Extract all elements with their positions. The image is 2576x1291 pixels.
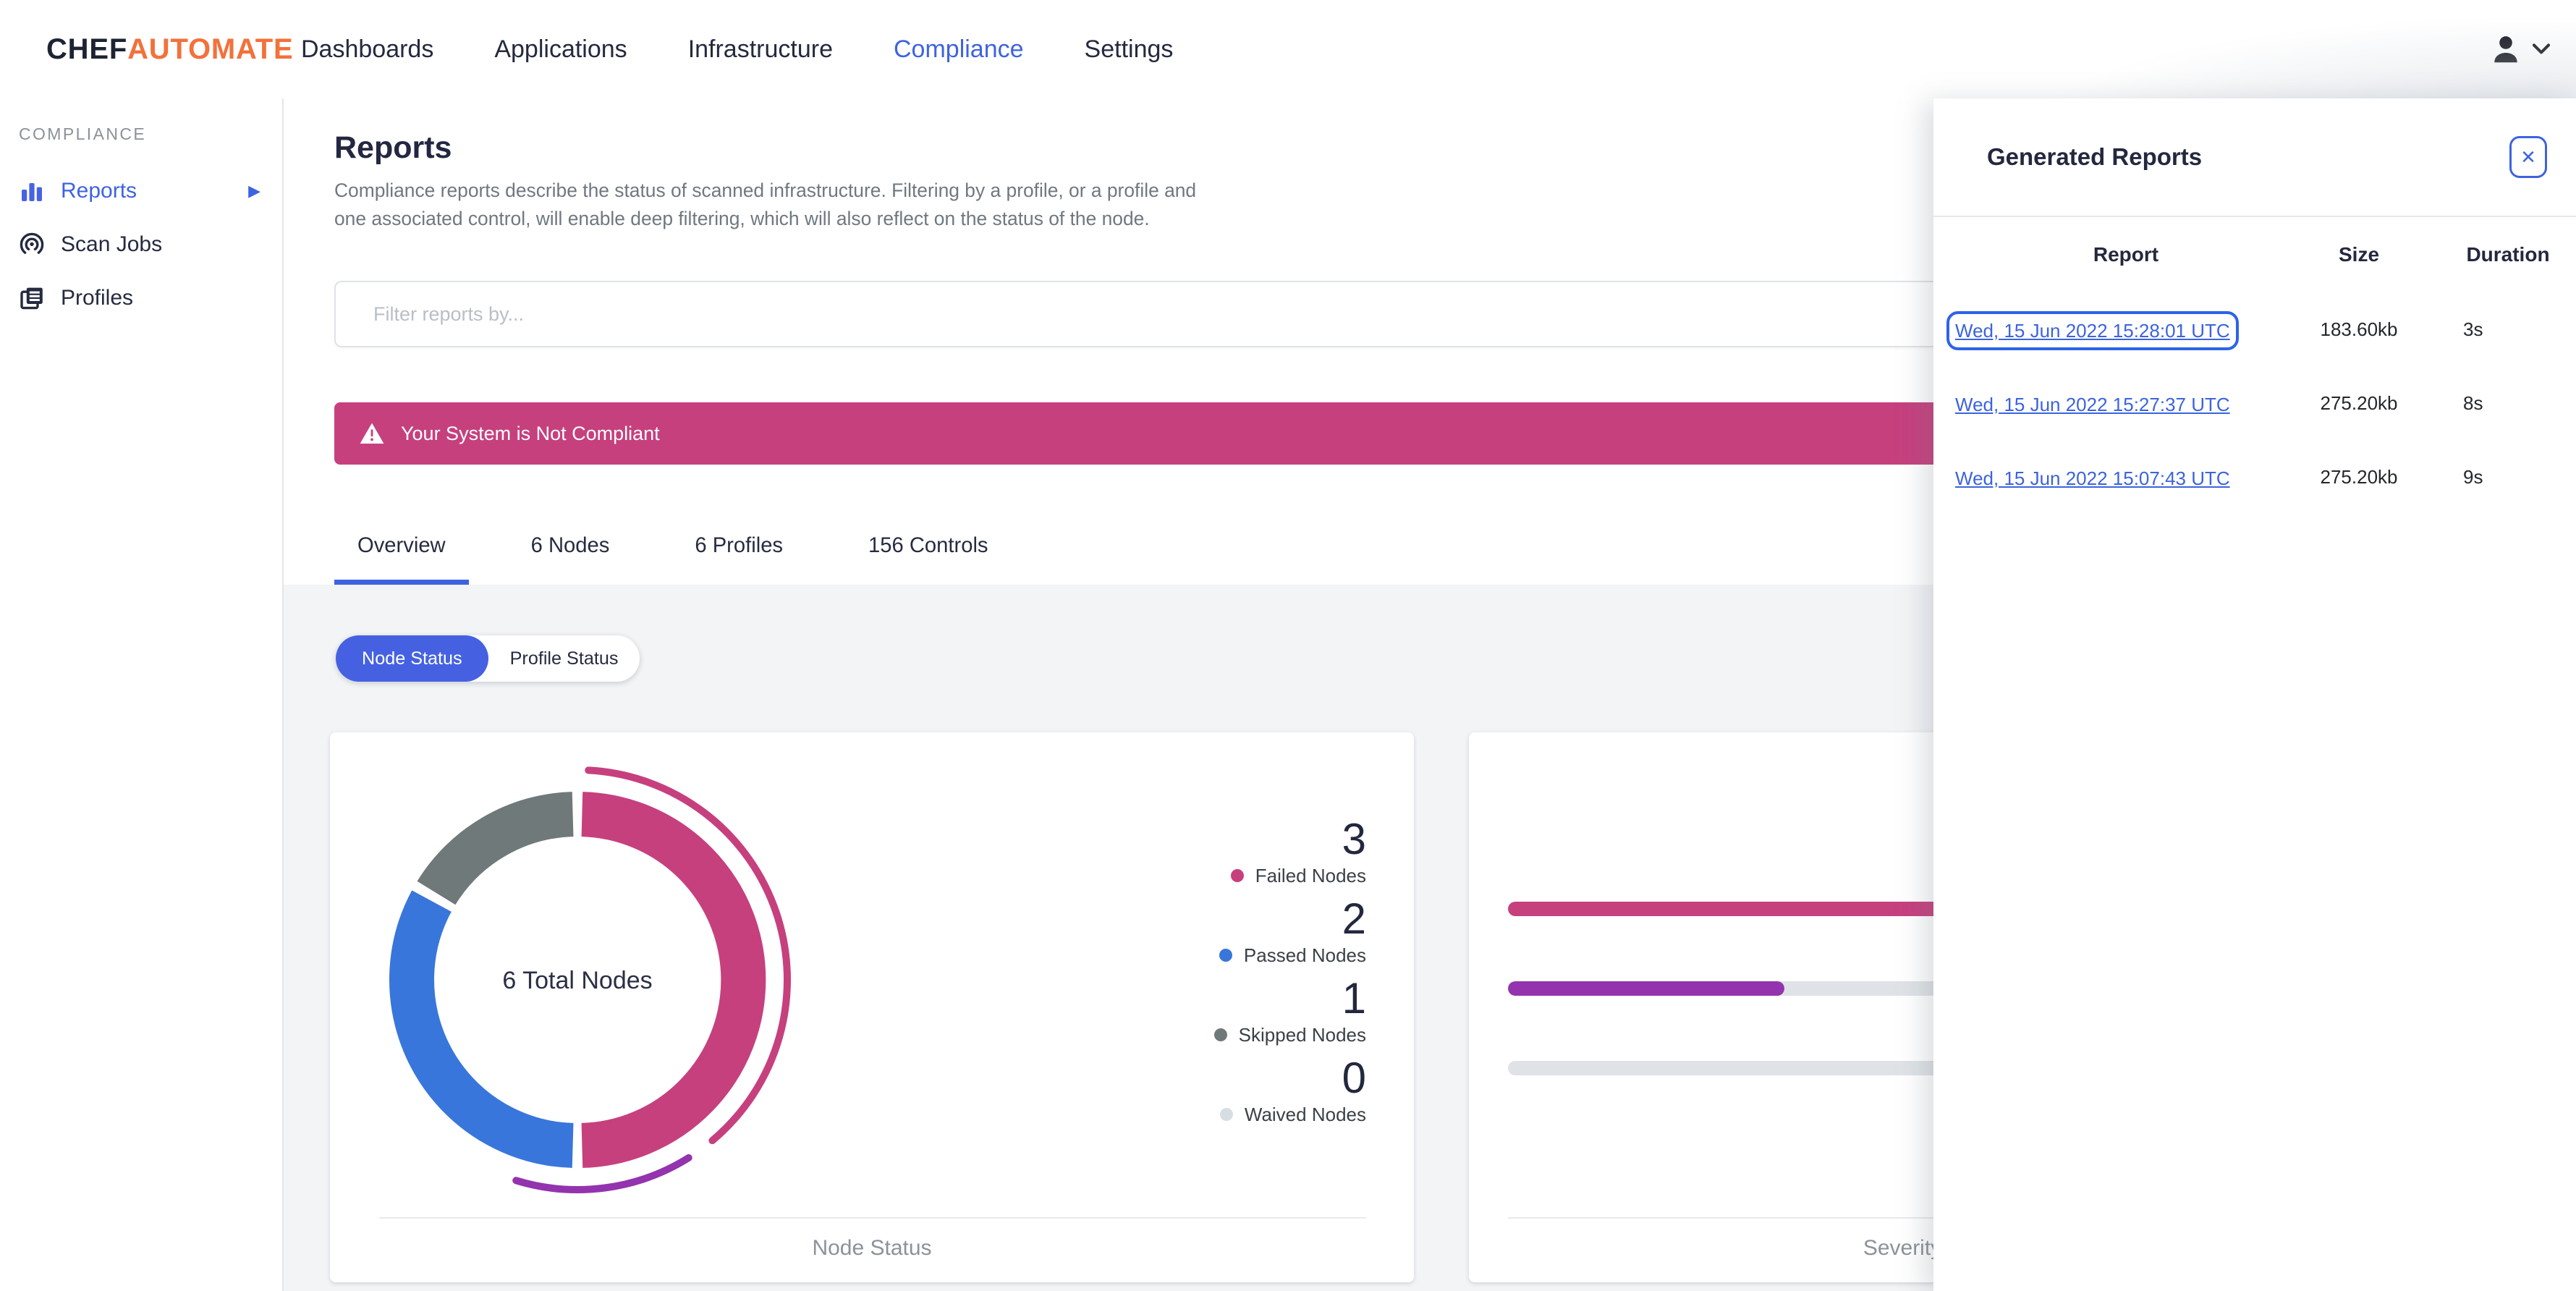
tab-controls[interactable]: 156 Controls xyxy=(845,507,1012,585)
legend-label: Waived Nodes xyxy=(1244,1104,1366,1125)
card-divider xyxy=(379,1217,1366,1219)
sidebar-item-label: Scan Jobs xyxy=(61,232,163,256)
page-title: Reports xyxy=(334,130,452,165)
logo-automate: AUTOMATE xyxy=(127,33,294,65)
node-status-card-footer: Node Status xyxy=(812,1236,932,1260)
logo-chef: CHEF xyxy=(46,33,128,65)
report-link[interactable]: Wed, 15 Jun 2022 15:28:01 UTC xyxy=(1946,310,2239,350)
legend-row-skipped: 1 Skipped Nodes xyxy=(1106,975,1366,1048)
report-size: 183.60kb xyxy=(2320,318,2398,340)
report-link[interactable]: Wed, 15 Jun 2022 15:27:37 UTC xyxy=(1955,394,2230,415)
scan-icon xyxy=(19,232,45,258)
chef-automate-logo[interactable]: CHEF AUTOMATE xyxy=(46,0,293,98)
sidebar-item-label: Reports xyxy=(61,179,137,203)
user-menu[interactable] xyxy=(2489,0,2550,98)
table-row: Wed, 15 Jun 2022 15:27:37 UTC 275.20kb 8… xyxy=(1933,366,2576,440)
sidebar-item-scan-jobs[interactable]: Scan Jobs xyxy=(0,218,282,271)
tab-overview[interactable]: Overview xyxy=(334,507,469,585)
node-status-legend: 3 Failed Nodes 2 Passed Nodes 1 Skipped … xyxy=(1106,816,1366,1135)
skipped-count: 1 xyxy=(1342,974,1366,1023)
documents-icon xyxy=(19,285,45,311)
nav-item-infrastructure[interactable]: Infrastructure xyxy=(688,35,833,64)
table-row: Wed, 15 Jun 2022 15:07:43 UTC 275.20kb 9… xyxy=(1933,440,2576,514)
legend-row-failed: 3 Failed Nodes xyxy=(1106,816,1366,889)
nav-item-dashboards[interactable]: Dashboards xyxy=(301,35,433,64)
waived-count: 0 xyxy=(1342,1054,1366,1102)
table-header-row: Report Size Duration xyxy=(1933,217,2576,292)
legend-label: Passed Nodes xyxy=(1243,944,1366,966)
chef-automate-app: CHEF AUTOMATE Dashboards Applications Inf… xyxy=(0,0,2576,1291)
severity-bar-fill-major xyxy=(1508,981,1784,996)
tab-profiles[interactable]: 6 Profiles xyxy=(671,507,806,585)
expand-arrow-icon[interactable]: ▶ xyxy=(248,182,260,200)
sidebar-section-label: COMPLIANCE xyxy=(19,124,147,143)
legend-row-waived: 0 Waived Nodes xyxy=(1106,1055,1366,1127)
report-size: 275.20kb xyxy=(2320,465,2398,488)
nav-links: Dashboards Applications Infrastructure C… xyxy=(301,0,1173,98)
report-link[interactable]: Wed, 15 Jun 2022 15:07:43 UTC xyxy=(1955,467,2230,489)
status-toggle: Node Status Profile Status xyxy=(336,635,640,682)
generated-reports-table: Report Size Duration Wed, 15 Jun 2022 15… xyxy=(1933,217,2576,514)
nav-item-settings[interactable]: Settings xyxy=(1085,35,1174,64)
nav-item-applications[interactable]: Applications xyxy=(494,35,627,64)
legend-label: Skipped Nodes xyxy=(1238,1024,1366,1046)
profile-status-toggle-button[interactable]: Profile Status xyxy=(488,635,640,682)
sidebar-item-profiles[interactable]: Profiles xyxy=(0,271,282,325)
nav-item-compliance[interactable]: Compliance xyxy=(894,35,1024,64)
report-size: 275.20kb xyxy=(2320,391,2398,414)
passed-dot-icon xyxy=(1219,949,1232,962)
warning-icon xyxy=(359,422,385,445)
waived-dot-icon xyxy=(1219,1108,1233,1121)
top-nav: CHEF AUTOMATE Dashboards Applications Inf… xyxy=(0,0,2576,98)
column-header-size: Size xyxy=(2338,243,2380,266)
node-status-card: 6 Total Nodes 3 Failed Nodes 2 Passed No… xyxy=(330,732,1414,1282)
report-duration: 9s xyxy=(2463,465,2483,488)
failed-count: 3 xyxy=(1342,815,1366,863)
table-row: Wed, 15 Jun 2022 15:28:01 UTC 183.60kb 3… xyxy=(1933,292,2576,366)
sidebar-item-label: Profiles xyxy=(61,286,134,310)
passed-count: 2 xyxy=(1342,894,1366,943)
node-status-donut-chart[interactable]: 6 Total Nodes xyxy=(346,741,809,1219)
sidebar: COMPLIANCE Reports ▶ Scan Jobs Profiles xyxy=(0,98,284,1291)
page-description: Compliance reports describe the status o… xyxy=(334,179,1197,229)
tab-nodes[interactable]: 6 Nodes xyxy=(508,507,633,585)
legend-label: Failed Nodes xyxy=(1255,865,1366,886)
chevron-down-icon xyxy=(2533,43,2550,55)
donut-center-label: 6 Total Nodes xyxy=(502,967,652,994)
panel-header: Generated Reports ✕ xyxy=(1933,98,2576,217)
skipped-dot-icon xyxy=(1213,1028,1227,1041)
legend-row-passed: 2 Passed Nodes xyxy=(1106,896,1366,968)
column-header-report: Report xyxy=(2093,243,2159,266)
bar-chart-icon xyxy=(19,178,45,204)
sidebar-item-reports[interactable]: Reports ▶ xyxy=(0,164,282,218)
close-panel-button[interactable]: ✕ xyxy=(2509,136,2547,178)
banner-text: Your System is Not Compliant xyxy=(401,422,660,444)
report-duration: 3s xyxy=(2463,318,2483,340)
generated-reports-panel: Generated Reports ✕ Report Size Duration… xyxy=(1933,98,2576,1291)
failed-dot-icon xyxy=(1230,869,1244,882)
close-icon: ✕ xyxy=(2520,145,2536,168)
column-header-duration: Duration xyxy=(2466,243,2550,266)
report-duration: 8s xyxy=(2463,391,2483,414)
panel-title: Generated Reports xyxy=(1987,143,2203,170)
person-icon xyxy=(2489,33,2522,66)
node-status-toggle-button[interactable]: Node Status xyxy=(336,635,488,682)
report-tabs: Overview 6 Nodes 6 Profiles 156 Controls xyxy=(334,507,1012,585)
